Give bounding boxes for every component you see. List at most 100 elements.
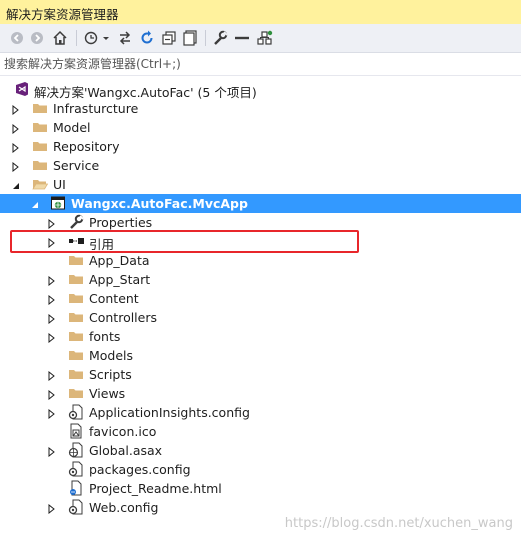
tree-item-label: fonts <box>89 329 121 344</box>
tree-item-label: Content <box>89 291 139 306</box>
back-icon[interactable] <box>8 28 26 48</box>
tree-item-label: Views <box>89 386 126 401</box>
properties-icon[interactable] <box>211 28 229 48</box>
tree-item-repository[interactable]: Repository <box>0 137 521 156</box>
expand-arrow-icon[interactable] <box>47 502 57 515</box>
expand-arrow-icon[interactable] <box>47 312 57 325</box>
tree-item-favicon[interactable]: favicon.ico <box>0 422 521 441</box>
tree-item-label: App_Start <box>89 272 151 287</box>
window-title: 解决方案资源管理器 <box>6 7 119 22</box>
folder-icon <box>32 157 48 173</box>
tree-item-packages-config[interactable]: packages.config <box>0 460 521 479</box>
watermark: https://blog.csdn.net/xuchen_wang <box>284 516 513 531</box>
visual-studio-solution-icon <box>14 81 30 97</box>
html-file-icon <box>68 480 84 496</box>
tree-item-label: ApplicationInsights.config <box>89 405 250 420</box>
expand-arrow-icon[interactable] <box>11 122 21 135</box>
folder-icon <box>32 100 48 116</box>
folder-icon <box>68 366 84 382</box>
tree-item-models[interactable]: Models <box>0 346 521 365</box>
config-file-icon <box>68 499 84 515</box>
home-icon[interactable] <box>50 28 70 48</box>
tree-item-label: Model <box>53 120 91 135</box>
tree-item-label: Global.asax <box>89 443 163 458</box>
forward-icon[interactable] <box>28 28 46 48</box>
expand-arrow-icon[interactable] <box>47 407 57 420</box>
expand-arrow-icon[interactable] <box>47 274 57 287</box>
expand-arrow-icon[interactable] <box>11 103 21 116</box>
folder-icon <box>68 271 84 287</box>
tree-item-scripts[interactable]: Scripts <box>0 365 521 384</box>
search-input[interactable] <box>4 55 514 72</box>
tree-item-solution[interactable]: 解决方案'Wangxc.AutoFac' (5 个项目) <box>0 80 521 100</box>
image-file-icon <box>68 423 84 439</box>
folder-icon <box>68 252 84 268</box>
tree-item-service[interactable]: Service <box>0 156 521 175</box>
folder-icon <box>68 385 84 401</box>
collapse-all-icon[interactable] <box>160 28 178 48</box>
expand-arrow-icon[interactable] <box>11 160 21 173</box>
config-file-icon <box>68 404 84 420</box>
folder-icon <box>32 138 48 154</box>
tree-item-project-readme[interactable]: Project_Readme.html <box>0 479 521 498</box>
wrench-icon <box>68 214 84 230</box>
collapse-arrow-icon[interactable] <box>30 198 40 208</box>
tree-item-web-config[interactable]: Web.config <box>0 498 521 517</box>
tree-item-content[interactable]: Content <box>0 289 521 308</box>
config-file-icon <box>68 461 84 477</box>
expand-arrow-icon[interactable] <box>47 445 57 458</box>
folder-icon <box>68 347 84 363</box>
tree-item-app-start[interactable]: App_Start <box>0 270 521 289</box>
preview-icon[interactable] <box>233 28 251 48</box>
expand-arrow-icon[interactable] <box>47 217 57 230</box>
history-icon[interactable] <box>82 28 112 48</box>
folder-icon <box>68 309 84 325</box>
tree-item-label: Models <box>89 348 134 363</box>
tree-item-label: Properties <box>89 215 153 230</box>
search-box[interactable] <box>0 53 521 76</box>
tree-item-global-asax[interactable]: Global.asax <box>0 441 521 460</box>
tree-item-label: Wangxc.AutoFac.MvcApp <box>71 196 248 211</box>
expand-arrow-icon[interactable] <box>11 141 21 154</box>
expand-arrow-icon[interactable] <box>47 293 57 306</box>
references-icon <box>68 233 84 249</box>
collapse-arrow-icon[interactable] <box>11 179 21 189</box>
global-asax-icon <box>68 442 84 458</box>
tree-item-properties[interactable]: Properties <box>0 213 521 232</box>
tree-item-label: packages.config <box>89 462 191 477</box>
title-bar: 解决方案资源管理器 <box>0 0 521 24</box>
tree-item-label: App_Data <box>89 253 150 268</box>
tree-item-label: favicon.ico <box>89 424 157 439</box>
expand-arrow-icon[interactable] <box>47 331 57 344</box>
tree-item-references[interactable]: 引用 <box>0 232 521 252</box>
tree-item-label: Infrasturcture <box>53 101 139 116</box>
tree-item-applicationinsights-config[interactable]: ApplicationInsights.config <box>0 403 521 422</box>
web-project-icon <box>50 195 66 211</box>
tree-item-mvcapp-project[interactable]: Wangxc.AutoFac.MvcApp <box>0 194 521 213</box>
toolbar-separator <box>205 30 206 46</box>
tree-item-label: Repository <box>53 139 120 154</box>
folder-icon <box>68 290 84 306</box>
tree-item-label: Project_Readme.html <box>89 481 222 496</box>
folder-open-icon <box>32 176 49 192</box>
folder-icon <box>68 328 84 344</box>
tree-item-label: Web.config <box>89 500 159 515</box>
tree-item-infrasturcture[interactable]: Infrasturcture <box>0 99 521 118</box>
expand-arrow-icon[interactable] <box>47 388 57 401</box>
tree-item-app-data[interactable]: App_Data <box>0 251 521 270</box>
tree-item-views[interactable]: Views <box>0 384 521 403</box>
tree-item-label: Scripts <box>89 367 132 382</box>
scope-icon[interactable] <box>255 28 275 48</box>
refresh-icon[interactable] <box>138 28 156 48</box>
expand-arrow-icon[interactable] <box>47 236 57 249</box>
tree-item-fonts[interactable]: fonts <box>0 327 521 346</box>
expand-arrow-icon[interactable] <box>47 369 57 382</box>
sync-icon[interactable] <box>116 28 134 48</box>
tree-item-label: UI <box>53 177 66 192</box>
show-all-files-icon[interactable] <box>181 28 199 48</box>
toolbar <box>0 24 521 53</box>
tree-item-label: Service <box>53 158 100 173</box>
tree-item-ui[interactable]: UI <box>0 175 521 194</box>
tree-item-model[interactable]: Model <box>0 118 521 137</box>
tree-item-controllers[interactable]: Controllers <box>0 308 521 327</box>
